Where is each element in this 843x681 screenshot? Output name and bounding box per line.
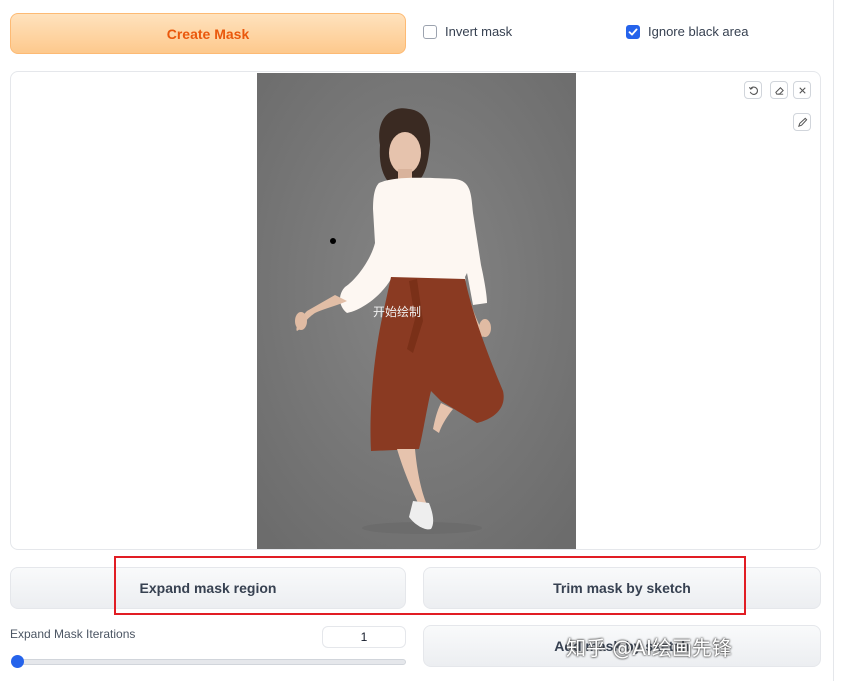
expand-iterations-input[interactable]: 1	[322, 626, 406, 648]
expand-mask-region-button[interactable]: Expand mask region	[10, 567, 406, 609]
checkmark-icon	[628, 28, 638, 35]
ignore-black-area-label: Ignore black area	[648, 24, 749, 39]
expand-iterations-label: Expand Mask Iterations	[10, 627, 136, 641]
undo-icon[interactable]	[744, 81, 762, 99]
invert-mask-checkbox[interactable]: Invert mask	[423, 24, 512, 39]
trim-mask-by-sketch-button[interactable]: Trim mask by sketch	[423, 567, 821, 609]
eraser-icon[interactable]	[770, 81, 788, 99]
ignore-black-area-checkbox-box[interactable]	[626, 24, 640, 39]
sketch-canvas[interactable]: 开始绘制	[10, 71, 821, 550]
close-icon[interactable]	[793, 81, 811, 99]
ignore-black-area-checkbox[interactable]: Ignore black area	[626, 24, 748, 39]
panel-divider	[833, 0, 834, 681]
brush-icon[interactable]	[793, 113, 811, 131]
create-mask-button[interactable]: Create Mask	[10, 13, 406, 54]
canvas-hint-text: 开始绘制	[373, 305, 422, 319]
invert-mask-checkbox-box[interactable]	[423, 24, 437, 39]
add-mask-by-sketch-button[interactable]: Add mask by sketch	[423, 625, 821, 667]
expand-iterations-slider-thumb[interactable]	[11, 655, 24, 668]
expand-iterations-slider[interactable]	[16, 659, 406, 665]
invert-mask-label: Invert mask	[445, 24, 513, 39]
